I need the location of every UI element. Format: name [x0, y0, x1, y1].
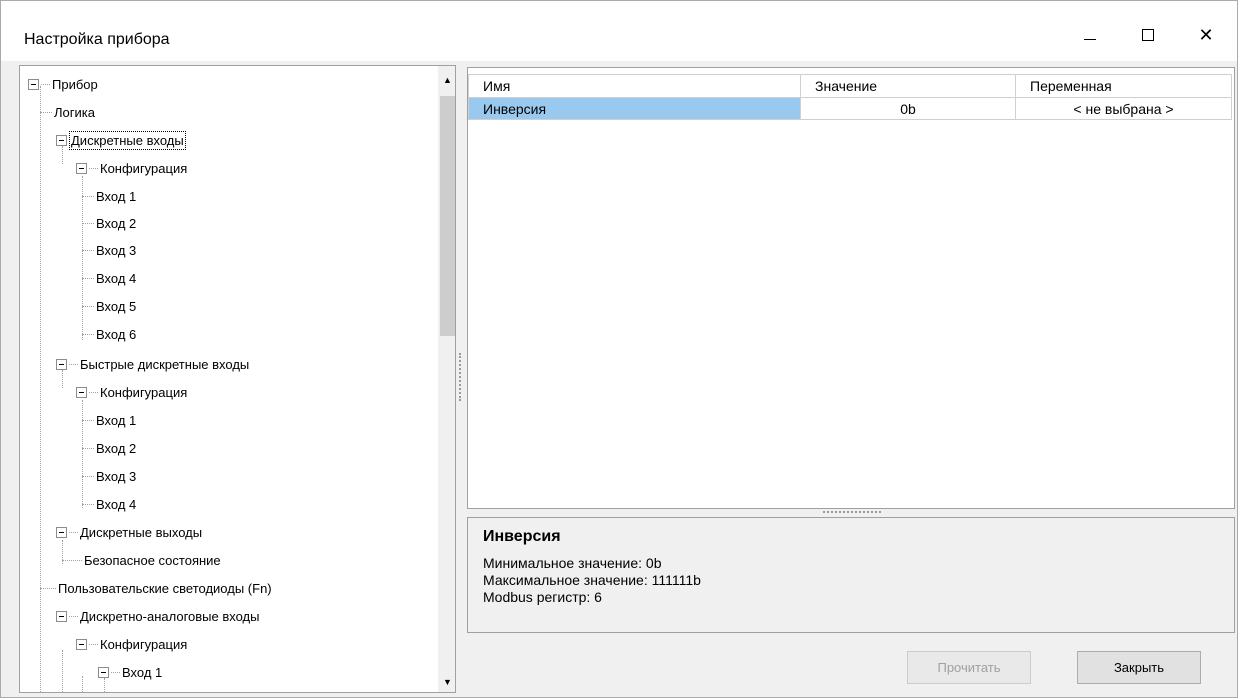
window-title: Настройка прибора: [24, 31, 170, 48]
close-button[interactable]: Закрыть: [1077, 651, 1201, 684]
tree-item-safe-state[interactable]: Безопасное состояние: [62, 550, 222, 570]
description-modbus-register: Modbus регистр: 6: [483, 589, 602, 605]
collapse-icon[interactable]: [56, 134, 67, 146]
read-button[interactable]: Прочитать: [907, 651, 1031, 684]
column-header-value[interactable]: Значение: [801, 74, 1016, 98]
device-tree[interactable]: Прибор Логика Дискретные входы Конфигура…: [19, 65, 456, 693]
tree-item-fast-discrete-inputs[interactable]: Быстрые дискретные входы: [56, 354, 250, 374]
tree-connector: [82, 305, 94, 307]
tree-connector: [62, 559, 82, 561]
tree-item-input[interactable]: Вход 3: [82, 240, 137, 260]
tree-item-input[interactable]: Вход 5: [82, 296, 137, 316]
column-header-variable[interactable]: Переменная: [1016, 74, 1232, 98]
minimize-button[interactable]: [1067, 15, 1113, 55]
vertical-splitter[interactable]: [459, 353, 461, 401]
description-min-value: Минимальное значение: 0b: [483, 555, 662, 571]
tree-scrollbar[interactable]: ▲ ▼: [438, 66, 455, 692]
minimize-icon: [1084, 38, 1096, 40]
collapse-icon[interactable]: [56, 358, 67, 370]
tree-guide-line: [62, 650, 63, 692]
tree-item-input[interactable]: Вход 2: [82, 438, 137, 458]
table-row[interactable]: Инверсия 0b < не выбрана >: [468, 98, 1234, 120]
collapse-icon[interactable]: [76, 638, 87, 650]
tree-item-input[interactable]: Вход 1: [82, 410, 137, 430]
row-value-cell[interactable]: 0b: [801, 98, 1016, 120]
collapse-icon[interactable]: [76, 386, 87, 398]
scroll-down-icon[interactable]: ▼: [439, 673, 455, 690]
tree-connector: [111, 671, 120, 673]
collapse-icon[interactable]: [56, 610, 67, 622]
tree-connector: [82, 277, 94, 279]
maximize-icon: [1142, 29, 1154, 41]
title-bar: Настройка прибора ✕: [1, 1, 1237, 61]
scroll-up-icon[interactable]: ▲: [439, 71, 455, 88]
tree-connector: [82, 475, 94, 477]
horizontal-splitter[interactable]: [823, 511, 881, 513]
grid-header: Имя Значение Переменная: [468, 74, 1234, 98]
collapse-icon[interactable]: [98, 666, 109, 678]
tree-connector: [89, 391, 98, 393]
tree-connector: [40, 111, 52, 113]
tree-connector: [40, 587, 56, 589]
tree-item-logic[interactable]: Логика: [40, 102, 96, 122]
description-panel: Инверсия Минимальное значение: 0b Максим…: [467, 517, 1235, 633]
tree-connector: [89, 167, 98, 169]
tree-connector: [82, 249, 94, 251]
tree-connector: [82, 419, 94, 421]
tree-item-input[interactable]: Вход 2: [82, 213, 137, 233]
tree-connector: [82, 333, 94, 335]
tree-item-input[interactable]: Вход 4: [82, 268, 137, 288]
tree-item-discrete-outputs[interactable]: Дискретные выходы: [56, 522, 203, 542]
tree-item-configuration[interactable]: Конфигурация: [76, 158, 188, 178]
tree-item-discrete-inputs[interactable]: Дискретные входы: [56, 130, 186, 150]
tree-connector: [69, 363, 78, 365]
tree-item-input[interactable]: Вход 6: [82, 324, 137, 344]
row-variable-cell[interactable]: < не выбрана >: [1016, 98, 1232, 120]
tree-connector: [69, 615, 78, 617]
tree-item-user-leds[interactable]: Пользовательские светодиоды (Fn): [40, 578, 273, 598]
tree-item-input[interactable]: Вход 1: [82, 186, 137, 206]
tree-guide-line: [40, 86, 41, 692]
tree-item-device[interactable]: Прибор: [28, 74, 99, 94]
close-icon: ✕: [1198, 24, 1214, 45]
tree-connector: [82, 222, 94, 224]
tree-connector: [41, 83, 50, 85]
close-window-button[interactable]: ✕: [1183, 15, 1229, 55]
tree-connector: [89, 643, 98, 645]
description-max-value: Максимальное значение: 111111b: [483, 572, 701, 588]
tree-item-input[interactable]: Вход 3: [82, 466, 137, 486]
tree-item-discrete-analog-inputs[interactable]: Дискретно-аналоговые входы: [56, 606, 261, 626]
tree-guide-line: [82, 676, 83, 692]
maximize-button[interactable]: [1125, 15, 1171, 55]
tree-item-input[interactable]: Вход 4: [82, 494, 137, 514]
tree-item-configuration[interactable]: Конфигурация: [76, 634, 188, 654]
tree-item-input[interactable]: Вход 1: [98, 662, 163, 682]
row-name-cell[interactable]: Инверсия: [468, 98, 801, 120]
property-grid: Имя Значение Переменная Инверсия 0b < не…: [467, 67, 1235, 509]
scroll-thumb[interactable]: [440, 96, 455, 336]
description-title: Инверсия: [483, 528, 561, 545]
tree-connector: [82, 447, 94, 449]
column-header-name[interactable]: Имя: [468, 74, 801, 98]
tree-connector: [69, 531, 78, 533]
tree-item-configuration[interactable]: Конфигурация: [76, 382, 188, 402]
tree-connector: [82, 503, 94, 505]
collapse-icon[interactable]: [28, 78, 39, 90]
collapse-icon[interactable]: [76, 162, 87, 174]
settings-window: Настройка прибора ✕ Прибор Логика Дискре…: [0, 0, 1238, 698]
tree-connector: [82, 195, 94, 197]
collapse-icon[interactable]: [56, 526, 67, 538]
